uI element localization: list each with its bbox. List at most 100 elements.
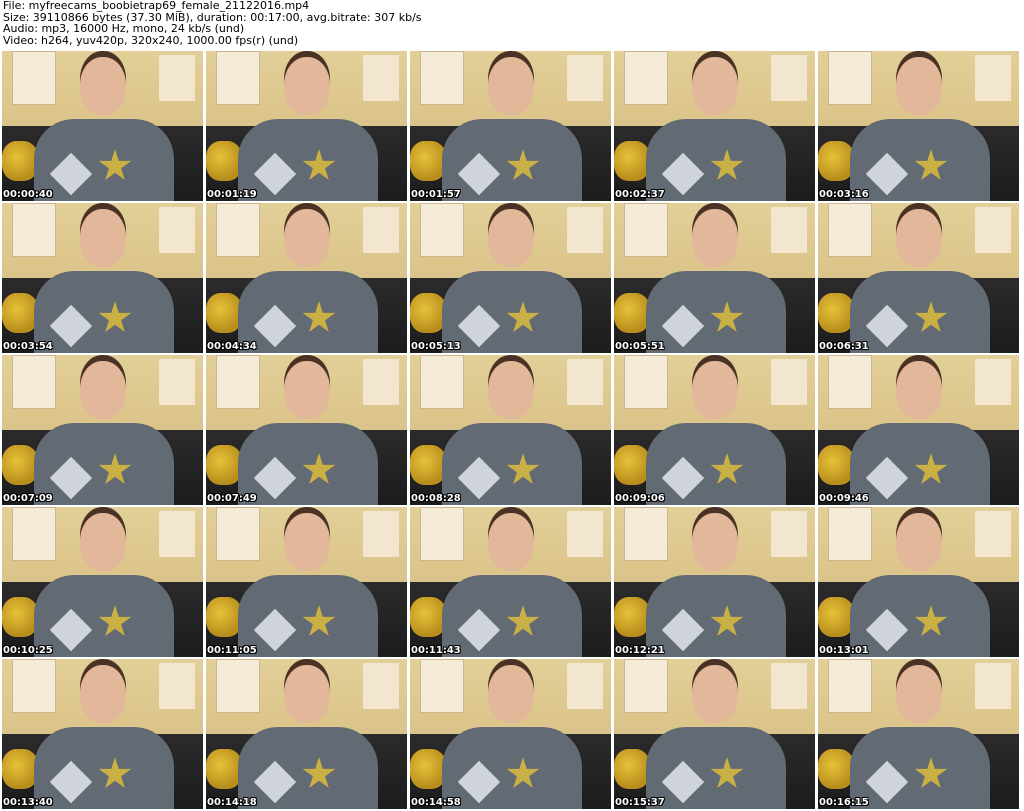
video-frame-thumbnail: 00:15:37 [614,659,815,809]
frame-head [488,361,534,419]
frame-timestamp: 00:10:25 [3,645,53,656]
video-frame-thumbnail: 00:02:37 [614,51,815,201]
frame-poster2 [363,55,399,101]
frame-head [692,361,738,419]
frame-head [284,665,330,723]
frame-poster2 [363,511,399,557]
frame-poster [12,659,56,713]
frame-poster [12,355,56,409]
frame-body [442,119,582,201]
frame-poster2 [771,511,807,557]
frame-poster2 [159,55,195,101]
frame-timestamp: 00:15:37 [615,797,665,808]
frame-timestamp: 00:00:40 [3,189,53,200]
frame-body [238,727,378,809]
video-frame-thumbnail: 00:11:05 [206,507,407,657]
video-frame-thumbnail: 00:03:16 [818,51,1019,201]
frame-body [850,119,990,201]
frame-poster2 [363,663,399,709]
thumbnail-grid: 00:00:40 00:01:19 00:01:57 00:02:37 00:03:16… [2,51,1019,809]
frame-pillow [818,445,854,485]
frame-poster [624,507,668,561]
file-name-line: File: myfreecams_boobietrap69_female_211… [3,0,310,12]
frame-poster [216,659,260,713]
frame-poster2 [159,207,195,253]
frame-head [896,665,942,723]
frame-timestamp: 00:12:21 [615,645,665,656]
frame-poster [420,355,464,409]
frame-body [34,119,174,201]
frame-body [442,423,582,505]
frame-timestamp: 00:04:34 [207,341,257,352]
frame-head [692,209,738,267]
frame-poster [12,203,56,257]
frame-pillow [206,445,242,485]
frame-pillow [614,597,650,637]
frame-head [692,513,738,571]
frame-pillow [206,597,242,637]
frame-head [80,361,126,419]
frame-head [488,57,534,115]
frame-body [646,575,786,657]
frame-head [896,361,942,419]
frame-pillow [614,141,650,181]
frame-body [34,575,174,657]
frame-poster2 [771,55,807,101]
frame-head [692,665,738,723]
video-frame-thumbnail: 00:04:34 [206,203,407,353]
video-frame-thumbnail: 00:12:21 [614,507,815,657]
file-info-header: File: myfreecams_boobietrap69_female_211… [3,0,422,46]
frame-body [238,575,378,657]
frame-pillow [206,749,242,789]
frame-body [646,727,786,809]
frame-poster [216,51,260,105]
frame-body [850,271,990,353]
frame-body [850,575,990,657]
frame-pillow [818,749,854,789]
frame-poster [828,507,872,561]
frame-poster [624,51,668,105]
frame-head [284,209,330,267]
video-frame-thumbnail: 00:10:25 [2,507,203,657]
frame-pillow [2,445,38,485]
frame-timestamp: 00:05:51 [615,341,665,352]
frame-head [284,57,330,115]
frame-head [80,57,126,115]
frame-body [850,727,990,809]
frame-head [488,665,534,723]
frame-poster2 [975,207,1011,253]
frame-poster2 [363,207,399,253]
frame-pillow [410,597,446,637]
frame-timestamp: 00:03:54 [3,341,53,352]
video-frame-thumbnail: 00:00:40 [2,51,203,201]
frame-pillow [410,749,446,789]
frame-poster2 [567,663,603,709]
frame-head [80,209,126,267]
frame-pillow [614,445,650,485]
video-frame-thumbnail: 00:01:57 [410,51,611,201]
video-frame-thumbnail: 00:16:15 [818,659,1019,809]
video-frame-thumbnail: 00:06:31 [818,203,1019,353]
frame-pillow [2,293,38,333]
frame-timestamp: 00:07:09 [3,493,53,504]
frame-body [238,271,378,353]
frame-timestamp: 00:02:37 [615,189,665,200]
frame-body [850,423,990,505]
video-frame-thumbnail: 00:08:28 [410,355,611,505]
video-frame-thumbnail: 00:13:40 [2,659,203,809]
frame-poster [624,659,668,713]
video-frame-thumbnail: 00:07:49 [206,355,407,505]
frame-poster2 [567,55,603,101]
frame-pillow [2,141,38,181]
frame-pillow [206,141,242,181]
frame-timestamp: 00:11:43 [411,645,461,656]
frame-head [488,209,534,267]
frame-head [284,513,330,571]
frame-poster2 [771,207,807,253]
frame-timestamp: 00:13:40 [3,797,53,808]
video-frame-thumbnail: 00:09:06 [614,355,815,505]
frame-pillow [2,749,38,789]
frame-pillow [818,141,854,181]
frame-poster [12,51,56,105]
frame-poster2 [363,359,399,405]
